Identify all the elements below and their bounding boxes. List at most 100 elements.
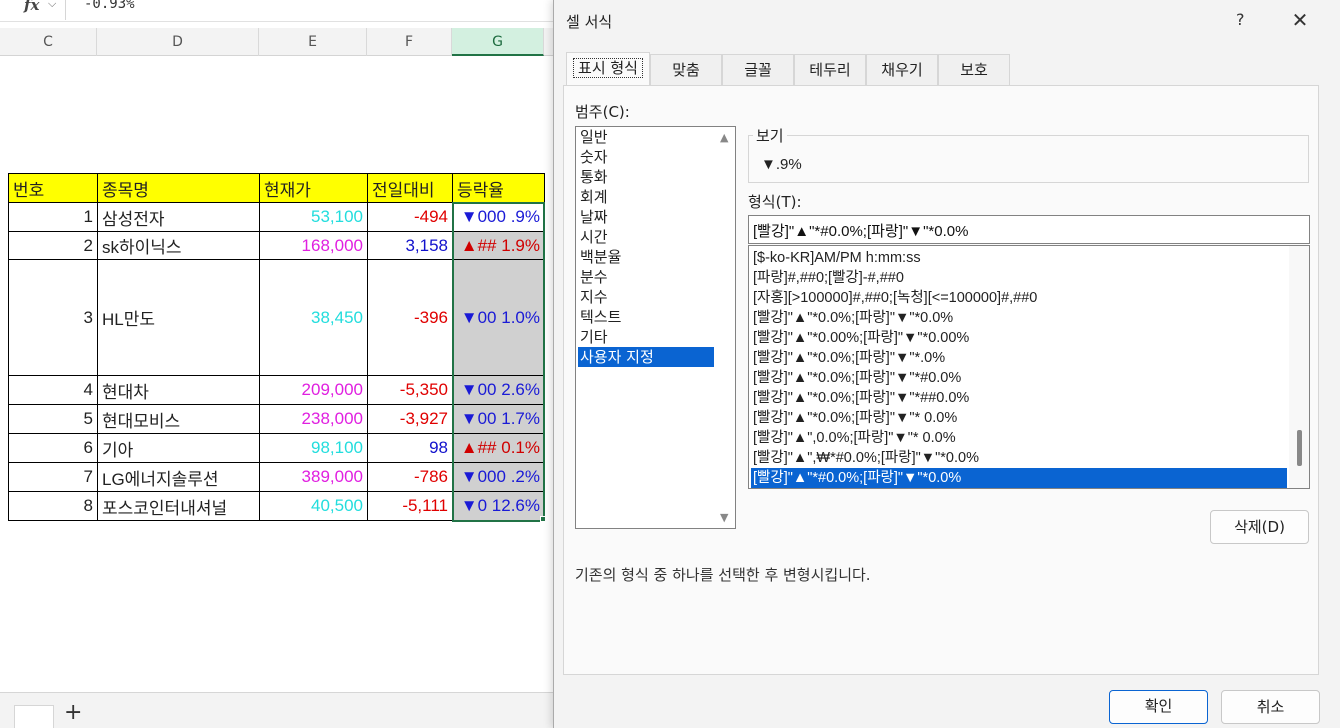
cell-name[interactable]: 포스코인터내셔널 [97,491,260,521]
cell-rate[interactable]: ▼0 12.6% [452,491,545,521]
category-item[interactable]: 일반 [578,127,714,147]
cell-name[interactable]: HL만도 [97,259,260,376]
cell-no[interactable]: 2 [8,231,98,260]
format-item[interactable]: [빨강]"▲"*0.0%;[파랑]"▼"*##0.0% [751,388,1287,408]
cell-no[interactable]: 5 [8,404,98,434]
format-list[interactable]: [$-ko-KR]AM/PM h:mm:ss [파랑]#,##0;[빨강]-#,… [748,245,1310,489]
tab-protection[interactable]: 보호 [938,54,1010,86]
help-button[interactable]: ? [1236,10,1245,29]
tab-border[interactable]: 테두리 [794,54,866,86]
category-label: 범주(C): [575,103,630,121]
header-cell-rate[interactable]: 등락율 [452,173,545,203]
category-scrollbar[interactable]: ▲ ▼ [715,127,735,528]
category-item[interactable]: 통화 [578,167,714,187]
cell-price[interactable]: 238,000 [259,404,368,434]
format-type-input[interactable]: [빨강]"▲"*#0.0%;[파랑]"▼"*0.0% [748,215,1310,244]
cell-price[interactable]: 53,100 [259,202,368,232]
category-item[interactable]: 지수 [578,287,714,307]
format-item[interactable]: [빨강]"▲"*0.00%;[파랑]"▼"*0.00% [751,328,1287,348]
header-cell-change[interactable]: 전일대비 [367,173,453,203]
cell-no[interactable]: 7 [8,462,98,492]
ok-button[interactable]: 확인 [1109,690,1208,724]
cell-price[interactable]: 98,100 [259,433,368,463]
cell-no[interactable]: 1 [8,202,98,232]
category-item[interactable]: 텍스트 [578,307,714,327]
cell-price[interactable]: 38,450 [259,259,368,376]
cell-rate[interactable]: ▼000 .2% [452,462,545,492]
column-header-d[interactable]: D [97,28,259,56]
delete-button[interactable]: 삭제(D) [1210,510,1309,544]
header-cell-no[interactable]: 번호 [8,173,98,203]
format-item[interactable]: [빨강]"▲"*0.0%;[파랑]"▼"*.0% [751,348,1287,368]
cell-rate[interactable]: ▲## 1.9% [452,231,545,260]
insert-function-button[interactable]: fx ⌵ [0,0,66,20]
category-item[interactable]: 날짜 [578,207,714,227]
cell-name[interactable]: 현대차 [97,375,260,405]
cell-name[interactable]: 현대모비스 [97,404,260,434]
cell-no[interactable]: 8 [8,491,98,521]
category-item[interactable]: 백분율 [578,247,714,267]
scrollbar-thumb[interactable] [1297,430,1302,466]
cell-rate[interactable]: ▼000 .9% [452,202,545,232]
cell-price[interactable]: 209,000 [259,375,368,405]
column-header-c[interactable]: C [0,28,97,56]
format-item[interactable]: [빨강]"▲"*0.0%;[파랑]"▼"*0.0% [751,308,1287,328]
format-item[interactable]: [자홍][>100000]#,##0;[녹청][<=100000]#,##0 [751,288,1287,308]
cancel-button[interactable]: 취소 [1221,690,1320,724]
scroll-down-icon[interactable]: ▼ [720,511,728,524]
category-item[interactable]: 시간 [578,227,714,247]
fill-handle[interactable] [540,516,546,522]
cell-price[interactable]: 168,000 [259,231,368,260]
header-cell-name[interactable]: 종목명 [97,173,260,203]
format-item[interactable]: [파랑]#,##0;[빨강]-#,##0 [751,268,1287,288]
column-header-f[interactable]: F [367,28,452,56]
cell-rate[interactable]: ▲## 0.1% [452,433,545,463]
category-item[interactable]: 숫자 [578,147,714,167]
category-item[interactable]: 회계 [578,187,714,207]
cell-rate[interactable]: ▼00 1.7% [452,404,545,434]
cell-rate[interactable]: ▼00 2.6% [452,375,545,405]
format-scrollbar[interactable] [1289,246,1309,488]
format-item[interactable]: [빨강]"▲"*0.0%;[파랑]"▼"*#0.0% [751,368,1287,388]
category-item-custom[interactable]: 사용자 지정 [578,347,714,367]
format-item[interactable]: [$-ko-KR]AM/PM h:mm:ss [751,248,1287,268]
cell-name[interactable]: sk하이닉스 [97,231,260,260]
cell-change[interactable]: -5,350 [367,375,453,405]
format-item[interactable]: [빨강]"▲"*0.0%;[파랑]"▼"* 0.0% [751,408,1287,428]
tab-font[interactable]: 글꼴 [722,54,794,86]
cell-no[interactable]: 3 [8,259,98,376]
cell-change[interactable]: -396 [367,259,453,376]
cell-no[interactable]: 4 [8,375,98,405]
sheet-tab[interactable] [14,705,54,728]
cell-change[interactable]: 98 [367,433,453,463]
close-button[interactable]: ✕ [1288,8,1312,32]
formula-input[interactable]: -0.93% [84,0,135,12]
cell-change[interactable]: -494 [367,202,453,232]
format-item-selected[interactable]: [빨강]"▲"*#0.0%;[파랑]"▼"*0.0% [751,468,1287,488]
cell-change[interactable]: -786 [367,462,453,492]
scroll-up-icon[interactable]: ▲ [720,131,728,144]
cell-name[interactable]: LG에너지솔루션 [97,462,260,492]
cell-change[interactable]: -3,927 [367,404,453,434]
tab-alignment[interactable]: 맞춤 [650,54,722,86]
cell-no[interactable]: 6 [8,433,98,463]
category-item[interactable]: 기타 [578,327,714,347]
format-item[interactable]: [빨강]"▲",0.0%;[파랑]"▼"* 0.0% [751,428,1287,448]
format-item[interactable]: [빨강]"▲",₩*#0.0%;[파랑]"▼"*0.0% [751,448,1287,468]
cell-name[interactable]: 삼성전자 [97,202,260,232]
add-sheet-button[interactable]: + [64,702,82,724]
header-cell-price[interactable]: 현재가 [259,173,368,203]
tab-number-label: 표시 형식 [573,58,643,78]
column-header-g[interactable]: G [452,28,544,56]
cell-price[interactable]: 389,000 [259,462,368,492]
tab-fill[interactable]: 채우기 [866,54,938,86]
cell-name[interactable]: 기아 [97,433,260,463]
category-item[interactable]: 분수 [578,267,714,287]
category-list[interactable]: 일반 숫자 통화 회계 날짜 시간 백분율 분수 지수 텍스트 기타 사용자 지… [575,126,736,529]
cell-change[interactable]: 3,158 [367,231,453,260]
cell-change[interactable]: -5,111 [367,491,453,521]
cell-rate[interactable]: ▼00 1.0% [452,259,545,376]
cell-price[interactable]: 40,500 [259,491,368,521]
tab-number[interactable]: 표시 형식 [566,52,650,86]
column-header-e[interactable]: E [259,28,367,56]
